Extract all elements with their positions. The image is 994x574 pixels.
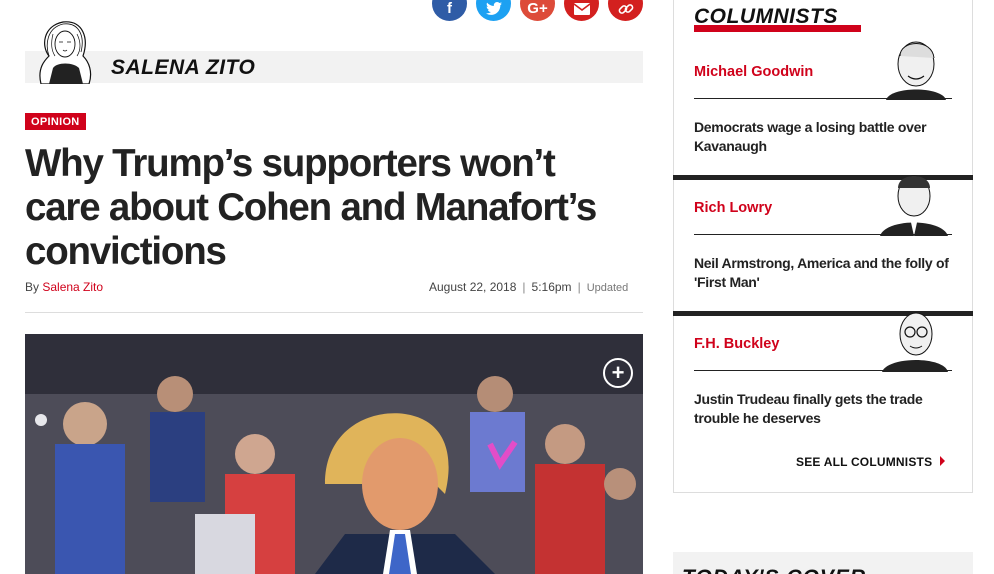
byline: By Salena Zito <box>25 280 103 294</box>
columnist-divider-1 <box>694 98 952 99</box>
columnist-name-lowry[interactable]: Rich Lowry <box>694 200 772 216</box>
article-headline: Why Trump’s supporters won’t care about … <box>25 142 597 273</box>
googleplus-share-icon[interactable]: G+ <box>520 0 555 21</box>
article-photo[interactable]: + <box>25 334 643 574</box>
updated-label: Updated <box>586 282 629 294</box>
columnist-photo-lowry[interactable] <box>876 166 952 236</box>
columnist-story-lowry[interactable]: Neil Armstrong, America and the folly of… <box>694 254 956 292</box>
columnist-story-buckley[interactable]: Justin Trudeau finally gets the trade tr… <box>694 390 956 428</box>
byline-author-link[interactable]: Salena Zito <box>42 280 103 294</box>
twitter-share-icon[interactable] <box>476 0 511 21</box>
columnist-divider-2 <box>694 234 952 235</box>
chevron-right-icon <box>940 456 946 466</box>
rally-crowd-image <box>25 334 643 574</box>
facebook-share-icon[interactable]: f <box>432 0 467 21</box>
columnist-photo-goodwin[interactable] <box>876 30 952 100</box>
twitter-bird-icon <box>485 2 502 15</box>
columnist-name-buckley[interactable]: F.H. Buckley <box>694 336 779 352</box>
columnist-photo-buckley[interactable] <box>876 302 952 372</box>
see-all-columnists-link[interactable]: SEE ALL COLUMNISTS <box>796 455 946 469</box>
see-all-label: SEE ALL COLUMNISTS <box>796 455 933 469</box>
publish-time: 5:16pm <box>531 280 572 294</box>
todays-cover-title[interactable]: TODAY'S COVER <box>682 566 866 574</box>
time-separator: | <box>577 280 581 294</box>
expand-photo-button[interactable]: + <box>603 358 633 388</box>
byline-prefix: By <box>25 280 40 294</box>
envelope-icon <box>573 2 590 15</box>
date-separator: | <box>522 280 526 294</box>
publish-date: August 22, 2018 <box>429 280 517 294</box>
email-share-icon[interactable] <box>564 0 599 21</box>
dateline: August 22, 2018 | 5:16pm | Updated <box>429 280 628 294</box>
author-name[interactable]: SALENA ZITO <box>111 56 255 80</box>
author-portrait[interactable] <box>27 16 101 84</box>
copy-link-icon[interactable] <box>608 0 643 21</box>
columnist-divider-3 <box>694 370 952 371</box>
columnists-title[interactable]: COLUMNISTS <box>694 5 838 29</box>
columnist-name-goodwin[interactable]: Michael Goodwin <box>694 64 813 80</box>
link-chain-icon <box>618 3 633 14</box>
divider <box>25 312 643 313</box>
section-tag-opinion[interactable]: OPINION <box>25 113 86 130</box>
columnist-story-goodwin[interactable]: Democrats wage a losing battle over Kava… <box>694 118 956 156</box>
share-bar: f G+ <box>432 0 643 21</box>
